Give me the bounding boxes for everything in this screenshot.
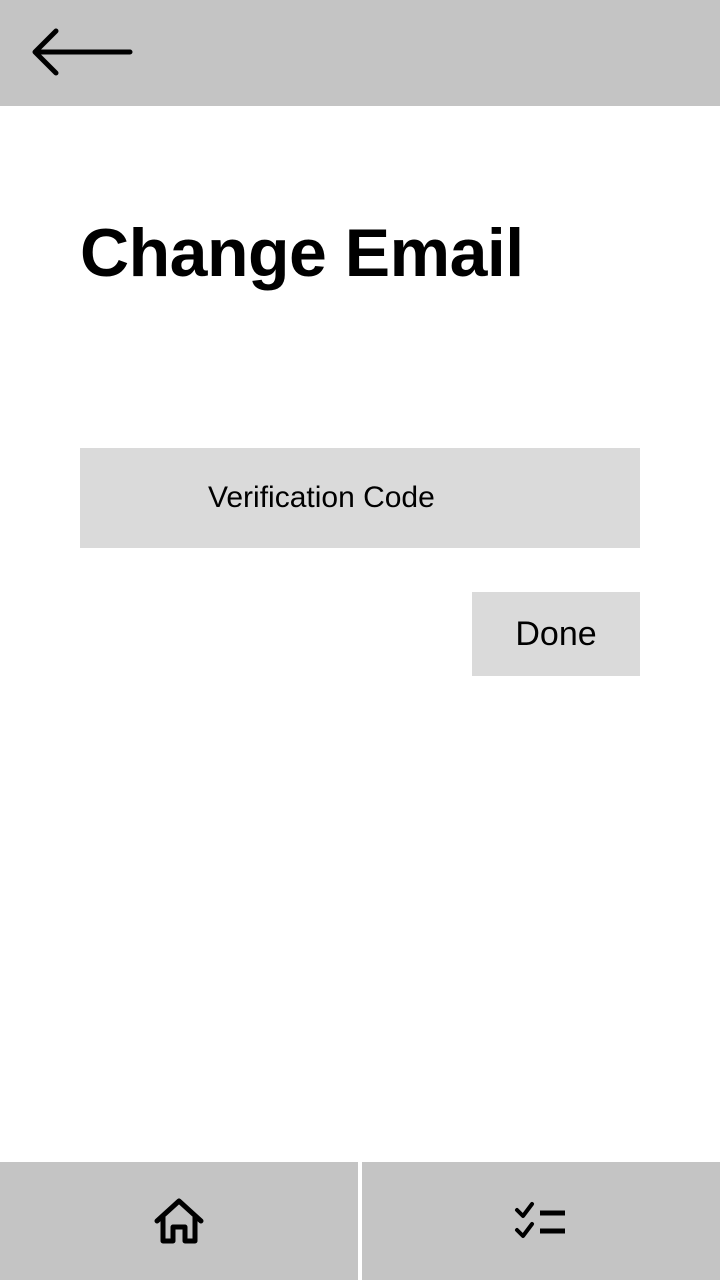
- back-button[interactable]: [26, 22, 136, 82]
- nav-tab-tasks[interactable]: [362, 1162, 720, 1280]
- arrow-left-icon: [32, 28, 133, 76]
- nav-tab-home[interactable]: [0, 1162, 358, 1280]
- done-button[interactable]: Done: [472, 592, 640, 676]
- checklist-icon: [515, 1202, 565, 1238]
- verification-code-input[interactable]: [80, 448, 640, 548]
- page-title: Change Email: [80, 215, 524, 291]
- bottom-navigation: [0, 1162, 720, 1280]
- app-screen: Change Email Done: [0, 0, 720, 1280]
- top-app-bar: [0, 0, 720, 106]
- home-icon: [154, 1198, 204, 1244]
